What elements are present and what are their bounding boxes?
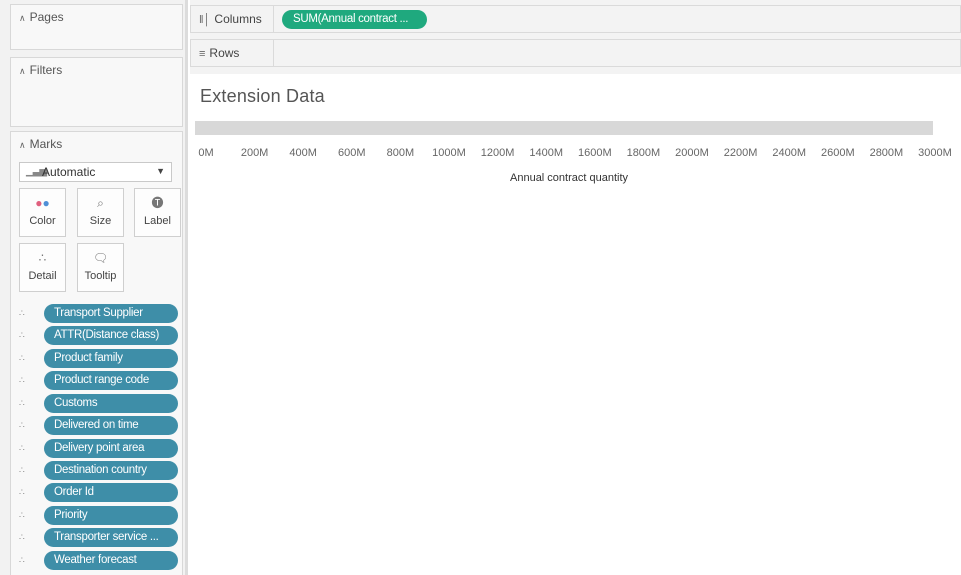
x-axis-tick-label: 2600M [820,147,855,159]
rows-shelf-label: ≡ Rows [191,40,274,66]
x-axis-tick-label: 3000M [918,147,952,159]
mark-type-dropdown[interactable]: ▁▃▅ Automatic ▼ [19,162,172,182]
field-pill[interactable]: Priority [44,506,178,525]
rows-shelf[interactable]: ≡ Rows [190,39,961,67]
rows-icon: ≡ [199,48,206,60]
marks-card-header[interactable]: ∧ Marks [19,137,62,151]
detail-icon: ∴ [38,251,47,265]
x-axis-tick-label: 2200M [723,147,758,159]
filters-card-title: Filters [29,63,63,77]
chevron-down-icon[interactable]: ▼ [156,166,165,176]
tooltip-icon: 🗨 [92,251,109,265]
tooltip-button-label: Tooltip [84,270,117,282]
caret-up-icon[interactable]: ∧ [19,13,26,23]
caret-up-icon[interactable]: ∧ [19,140,26,150]
detail-icon: ∴ [19,420,25,430]
marks-card: ∧ Marks ▁▃▅ Automatic ▼ ●● Color ⌕ Size 🅣… [10,131,183,575]
x-axis-tick-label: 2000M [675,147,709,159]
panel-divider[interactable] [185,0,188,575]
x-axis-tick-label: 600M [338,147,366,159]
detail-icon: ∴ [19,330,25,340]
field-pill[interactable]: Product range code [44,371,178,390]
rows-label-text: Rows [209,46,240,60]
x-axis-tick-label: 400M [289,147,317,159]
x-axis-tick-label: 800M [386,147,415,159]
size-icon: ⌕ [97,196,104,210]
caret-up-icon[interactable]: ∧ [19,66,26,76]
x-axis-tick-label: 1400M [529,147,564,159]
marks-card-title: Marks [29,137,63,151]
columns-label-text: Columns [214,12,262,26]
field-pill[interactable]: ATTR(Distance class) [44,326,178,345]
mark-type-value: Automatic [42,165,96,179]
color-button[interactable]: ●● Color [19,188,66,237]
detail-icon: ∴ [19,443,25,453]
detail-icon: ∴ [19,555,25,565]
chart-bar[interactable] [195,121,933,135]
field-pill[interactable]: Transport Supplier [44,304,178,323]
view-title[interactable]: Extension Data [200,86,325,107]
shelf-separator [190,67,961,74]
pages-card-title: Pages [29,10,64,24]
tooltip-button[interactable]: 🗨 Tooltip [77,243,124,292]
detail-icon: ∴ [19,487,25,497]
x-axis-tick-label: 200M [240,147,269,159]
field-pill[interactable]: Customs [44,394,178,413]
color-palette-icon: ●● [35,196,50,210]
filters-card-header[interactable]: ∧ Filters [19,63,62,77]
color-button-label: Color [29,215,56,227]
detail-icon: ∴ [19,465,25,475]
field-pill[interactable]: Transporter service ... [44,528,178,547]
filters-card[interactable]: ∧ Filters [10,57,183,127]
x-axis-tick-label: 1800M [626,147,661,159]
detail-icon: ∴ [19,353,25,363]
detail-icon: ∴ [19,532,25,542]
label-button-label: Label [144,215,171,227]
field-pill[interactable]: Product family [44,349,178,368]
field-pill[interactable]: Destination country [44,461,178,480]
detail-icon: ∴ [19,398,25,408]
x-axis-tick-label: 1000M [432,147,466,159]
size-button-label: Size [89,215,112,227]
label-text-icon: 🅣 [151,196,164,210]
detail-icon: ∴ [19,375,25,385]
x-axis-tick-label: 0M [198,147,214,159]
detail-button-label: Detail [28,270,57,282]
columns-shelf-label: ‖│ Columns [191,6,274,32]
x-axis-ticks[interactable]: 0M 200M 400M 600M 800M 1000M 1200M 1400M 1600M 18… [190,147,961,161]
pages-card: ∧ Pages [10,4,183,50]
field-pill[interactable]: Order Id [44,483,178,502]
detail-icon: ∴ [19,510,25,520]
x-axis-tick-label: 1600M [577,147,612,159]
pages-card-header[interactable]: ∧ Pages [19,10,64,24]
x-axis-tick-label: 2800M [869,147,904,159]
field-pill[interactable]: Delivered on time [44,416,178,435]
label-button[interactable]: 🅣 Label [134,188,181,237]
detail-icon: ∴ [19,308,25,318]
x-axis-tick-label: 2400M [772,147,807,159]
columns-shelf[interactable]: ‖│ Columns SUM(Annual contract ... [190,5,961,33]
x-axis-title[interactable]: Annual contract quantity [510,172,628,184]
x-axis-tick-label: 1200M [480,147,515,159]
field-pill[interactable]: Delivery point area [44,439,178,458]
field-pill[interactable]: Weather forecast [44,551,178,570]
size-button[interactable]: ⌕ Size [77,188,124,237]
detail-button[interactable]: ∴ Detail [19,243,66,292]
measure-pill[interactable]: SUM(Annual contract ... [282,10,427,29]
columns-icon: ‖│ [199,14,211,26]
